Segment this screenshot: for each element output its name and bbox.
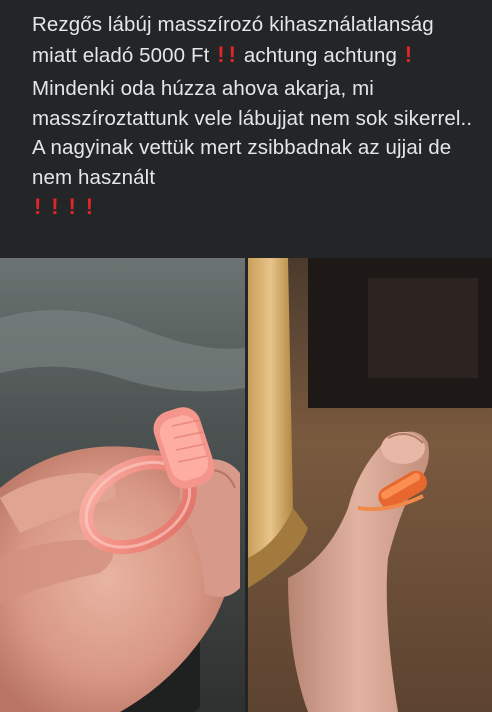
facebook-post: Rezgős lábúj masszírozó kihasználatlansá…: [0, 0, 492, 712]
toe-ring-image: [248, 258, 492, 712]
hand-ring-image: [0, 258, 245, 712]
post-text: Rezgős lábúj masszírozó kihasználatlansá…: [32, 10, 482, 223]
exclamation-icon: !: [51, 194, 59, 219]
exclamation-icon: !: [404, 41, 413, 67]
exclamation-icon: !: [217, 41, 225, 67]
exclamation-icon: !: [85, 194, 94, 219]
photo-hand-holding-ring[interactable]: [0, 258, 245, 712]
post-paragraph-1: Rezgős lábúj masszírozó kihasználatlansá…: [32, 10, 482, 70]
exclamation-icon: !: [68, 194, 76, 219]
post-text-body: Mindenki oda húzza ahova akarja, mi mass…: [32, 77, 473, 189]
exclamation-icon: !: [34, 194, 42, 219]
photo-toe-with-ring[interactable]: [248, 258, 492, 712]
post-paragraph-2: Mindenki oda húzza ahova akarja, mi mass…: [32, 74, 482, 223]
post-text-achtung: achtung achtung: [243, 43, 397, 67]
photo-grid: [0, 258, 492, 712]
exclamation-icon: !: [228, 41, 237, 67]
